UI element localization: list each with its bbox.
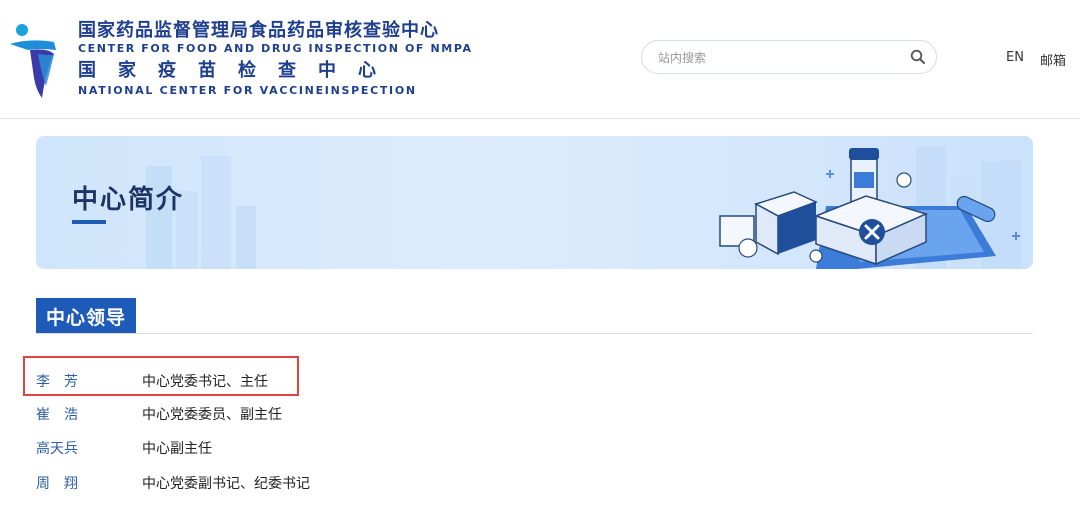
banner-title-underline: [72, 220, 106, 224]
center-name-cn: 国家疫苗检查中心: [78, 60, 398, 81]
leader-title: 中心党委副书记、纪委书记: [142, 476, 310, 492]
site-header: 国家药品监督管理局食品药品审核查验中心 CENTER FOR FOOD AND …: [0, 0, 1080, 119]
leader-row: 崔 浩 中心党委委员、副主任: [36, 403, 356, 427]
leader-name-link[interactable]: 崔 浩: [36, 403, 78, 427]
org-name-en: CENTER FOR FOOD AND DRUG INSPECTION OF N…: [78, 42, 473, 55]
leader-title: 中心副主任: [142, 441, 212, 457]
section-title-tab: 中心领导: [36, 298, 136, 334]
leader-name-link[interactable]: 周 翔: [36, 472, 78, 496]
leader-row: 李 芳 中心党委书记、主任: [36, 370, 356, 394]
section-divider: [36, 333, 1033, 334]
leader-row: 周 翔 中心党委副书记、纪委书记: [36, 472, 356, 496]
leader-name-link[interactable]: 高天兵: [36, 437, 78, 461]
site-search: [641, 40, 937, 74]
org-name-block[interactable]: 国家药品监督管理局食品药品审核查验中心 CENTER FOR FOOD AND …: [78, 20, 473, 98]
org-name-cn: 国家药品监督管理局食品药品审核查验中心: [78, 20, 439, 41]
cfdi-logo-icon[interactable]: [8, 20, 68, 98]
center-name-en: NATIONAL CENTER FOR VACCINEINSPECTION: [78, 84, 417, 97]
page-banner: 中心简介: [36, 136, 1033, 269]
mail-link[interactable]: 邮箱: [1040, 50, 1066, 69]
leader-row: 高天兵 中心副主任: [36, 437, 356, 461]
search-icon[interactable]: [910, 49, 926, 65]
search-input[interactable]: [656, 47, 900, 69]
medical-illustration-icon: [719, 148, 1020, 269]
banner-title: 中心简介: [72, 185, 185, 215]
language-switch-link[interactable]: EN: [1006, 50, 1024, 65]
leader-name-link[interactable]: 李 芳: [36, 370, 78, 394]
leader-title: 中心党委书记、主任: [142, 374, 268, 390]
leader-title: 中心党委委员、副主任: [142, 407, 282, 423]
